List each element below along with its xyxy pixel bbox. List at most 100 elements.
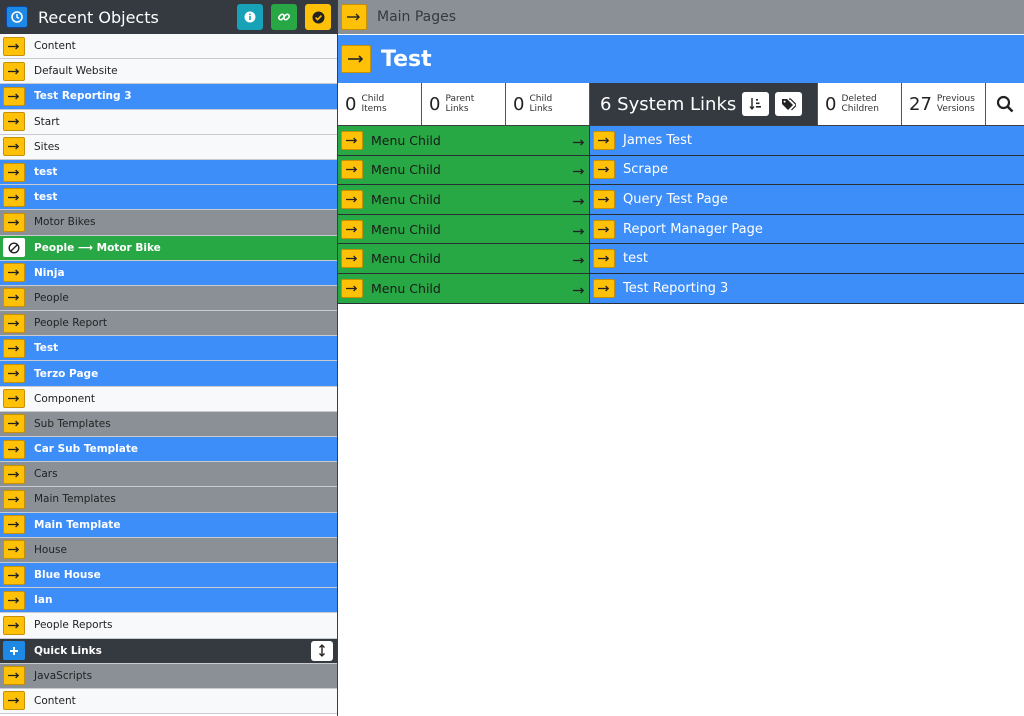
arrow-button[interactable] bbox=[3, 666, 25, 686]
sidebar-item[interactable]: Quick Links bbox=[0, 638, 337, 664]
arrow-button[interactable] bbox=[3, 187, 25, 207]
sidebar-item[interactable]: People bbox=[0, 285, 337, 312]
arrow-button[interactable] bbox=[593, 249, 615, 269]
arrow-button[interactable] bbox=[3, 389, 25, 409]
arrow-button[interactable] bbox=[3, 61, 25, 81]
arrow-button[interactable] bbox=[3, 263, 25, 283]
arrow-button[interactable] bbox=[3, 464, 25, 484]
sidebar-item[interactable]: test bbox=[0, 185, 337, 211]
arrow-button[interactable] bbox=[593, 160, 615, 180]
previous-versions-count: 27 bbox=[909, 93, 932, 115]
sidebar-item[interactable]: Terzo Page bbox=[0, 361, 337, 387]
sidebar-item[interactable]: test bbox=[0, 159, 337, 186]
add-quick-link-button[interactable] bbox=[3, 641, 25, 661]
arrow-button[interactable] bbox=[3, 540, 25, 560]
sidebar-item[interactable]: Start bbox=[0, 109, 337, 135]
sort-button[interactable] bbox=[742, 92, 770, 116]
breadcrumb-label[interactable]: Main Pages bbox=[377, 9, 456, 25]
sidebar-item[interactable]: People Report bbox=[0, 311, 337, 337]
menu-child-row[interactable]: Menu Child bbox=[338, 155, 590, 186]
sidebar-item[interactable]: People ⟶ Motor Bike bbox=[0, 235, 337, 261]
breadcrumb-arrow-button[interactable] bbox=[341, 4, 367, 30]
check-button[interactable] bbox=[305, 4, 331, 30]
sidebar-item[interactable]: Ian bbox=[0, 588, 337, 614]
arrow-button[interactable] bbox=[341, 249, 363, 269]
arrow-button[interactable] bbox=[3, 112, 25, 132]
arrow-right-icon bbox=[573, 139, 585, 146]
arrow-button[interactable] bbox=[593, 189, 615, 209]
sidebar-item[interactable]: People Reports bbox=[0, 613, 337, 639]
page-arrow-button[interactable] bbox=[341, 45, 371, 73]
arrow-button[interactable] bbox=[3, 489, 25, 509]
menu-child-row[interactable]: Menu Child bbox=[338, 185, 590, 215]
arrow-button[interactable] bbox=[3, 565, 25, 585]
arrow-button[interactable] bbox=[3, 212, 25, 232]
sidebar-item[interactable]: Car Sub Template bbox=[0, 437, 337, 463]
system-link-row[interactable]: Report Manager Page bbox=[590, 214, 1024, 245]
sidebar-item[interactable]: Blue House bbox=[0, 562, 337, 589]
menu-child-row[interactable]: Menu Child bbox=[338, 244, 590, 274]
sidebar-item[interactable]: Default Website bbox=[0, 59, 337, 85]
arrow-right-icon bbox=[347, 13, 360, 21]
child-links-stat[interactable]: 0 Child Links bbox=[506, 83, 590, 125]
sidebar-item[interactable]: Sub Templates bbox=[0, 411, 337, 437]
system-link-row[interactable]: test bbox=[590, 244, 1024, 274]
arrow-button[interactable] bbox=[3, 364, 25, 384]
parent-links-stat[interactable]: 0 Parent Links bbox=[422, 83, 506, 125]
sidebar-item[interactable]: Content bbox=[0, 688, 337, 715]
sidebar-item[interactable]: Test Reporting 3 bbox=[0, 84, 337, 110]
arrow-button[interactable] bbox=[341, 130, 363, 150]
arrow-button[interactable] bbox=[593, 278, 615, 298]
arrow-button[interactable] bbox=[3, 162, 25, 182]
arrow-button[interactable] bbox=[3, 615, 25, 635]
arrow-button[interactable] bbox=[3, 414, 25, 434]
system-link-row[interactable]: James Test bbox=[590, 126, 1024, 156]
system-link-row[interactable]: Test Reporting 3 bbox=[590, 273, 1024, 304]
system-link-row[interactable]: Scrape bbox=[590, 155, 1024, 186]
deleted-children-stat[interactable]: 0 Deleted Children bbox=[818, 83, 902, 125]
arrow-button[interactable] bbox=[3, 36, 25, 56]
previous-versions-stat[interactable]: 27 Previous Versions bbox=[902, 83, 986, 125]
arrow-button[interactable] bbox=[3, 338, 25, 358]
arrow-button[interactable] bbox=[3, 313, 25, 333]
sidebar-item[interactable]: Motor Bikes bbox=[0, 210, 337, 236]
sidebar-item[interactable]: Ninja bbox=[0, 260, 337, 286]
search-button[interactable] bbox=[986, 83, 1024, 125]
arrow-button[interactable] bbox=[3, 691, 25, 711]
arrow-button[interactable] bbox=[3, 439, 25, 459]
arrow-button[interactable] bbox=[593, 219, 615, 239]
menu-child-row[interactable]: Menu Child bbox=[338, 214, 590, 245]
tags-button[interactable] bbox=[775, 92, 803, 116]
sidebar-item[interactable]: Main Templates bbox=[0, 487, 337, 513]
sidebar-item[interactable]: Main Template bbox=[0, 512, 337, 538]
system-links-stat[interactable]: 6 System Links bbox=[590, 83, 818, 125]
sidebar-item[interactable]: House bbox=[0, 537, 337, 563]
system-link-row[interactable]: Query Test Page bbox=[590, 185, 1024, 215]
sidebar-item[interactable]: Content bbox=[0, 34, 337, 60]
arrow-button[interactable] bbox=[3, 515, 25, 535]
sidebar-item[interactable]: Component bbox=[0, 386, 337, 412]
resize-button[interactable] bbox=[311, 640, 333, 661]
arrow-right-icon bbox=[8, 295, 20, 301]
recent-objects-list: Content Default Website Test Reporting 3 St… bbox=[0, 34, 337, 715]
arrow-button[interactable] bbox=[341, 278, 363, 298]
arrow-button[interactable] bbox=[593, 130, 615, 150]
child-items-stat[interactable]: 0 Child Items bbox=[338, 83, 422, 125]
sidebar-item[interactable]: Sites bbox=[0, 134, 337, 160]
sidebar-item[interactable]: JavaScripts bbox=[0, 663, 337, 689]
menu-child-row[interactable]: Menu Child bbox=[338, 126, 590, 156]
arrow-button[interactable] bbox=[341, 189, 363, 209]
sidebar-item[interactable]: Cars bbox=[0, 462, 337, 488]
info-button[interactable] bbox=[237, 4, 263, 30]
clock-icon[interactable] bbox=[6, 6, 28, 28]
arrow-button[interactable] bbox=[3, 86, 25, 106]
arrow-button[interactable] bbox=[3, 137, 25, 157]
menu-child-row[interactable]: Menu Child bbox=[338, 273, 590, 304]
arrow-button[interactable] bbox=[3, 590, 25, 610]
sidebar-item[interactable]: Test bbox=[0, 336, 337, 362]
arrow-button[interactable] bbox=[3, 288, 25, 308]
arrow-button[interactable] bbox=[341, 219, 363, 239]
link-arrow-icon bbox=[573, 279, 585, 298]
arrow-button[interactable] bbox=[341, 160, 363, 180]
link-button[interactable] bbox=[271, 4, 297, 30]
